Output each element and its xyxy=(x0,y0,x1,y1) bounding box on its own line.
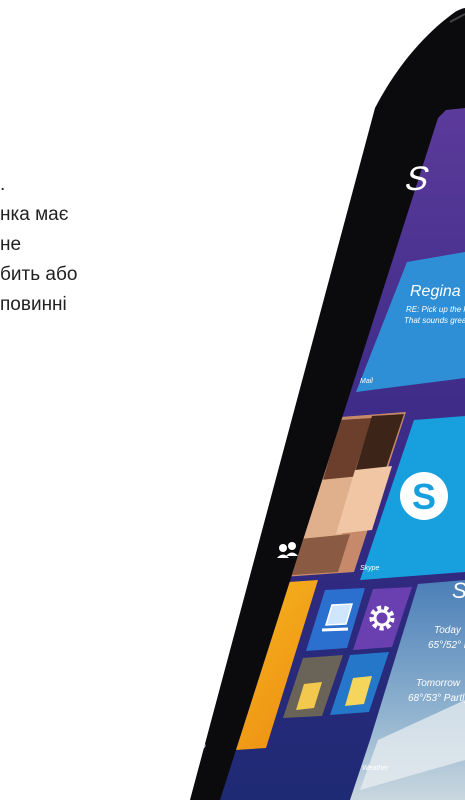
desktop-label: Desktop xyxy=(180,743,206,750)
mail-line-2: That sounds great. S xyxy=(404,316,465,325)
svg-text:S: S xyxy=(412,476,436,517)
weather-label: Weather xyxy=(362,765,389,772)
weather-tomorrow-temp: 68°/53° Partly su xyxy=(408,693,465,704)
weather-big-s: S xyxy=(452,578,465,603)
mail-line-1: RE: Pick up the k xyxy=(406,305,465,314)
tablet-device: S S Regina n RE: Pick up the k That soun… xyxy=(180,8,465,800)
mail-sender: Regina n xyxy=(410,283,465,300)
weather-today-temp: 65°/52° M xyxy=(428,640,465,651)
mail-label: Mail xyxy=(360,378,373,385)
skype-icon: S xyxy=(400,472,448,520)
skype-label: Skype xyxy=(360,565,380,572)
weather-today: Today xyxy=(434,625,462,636)
weather-tomorrow: Tomorrow xyxy=(416,678,461,689)
